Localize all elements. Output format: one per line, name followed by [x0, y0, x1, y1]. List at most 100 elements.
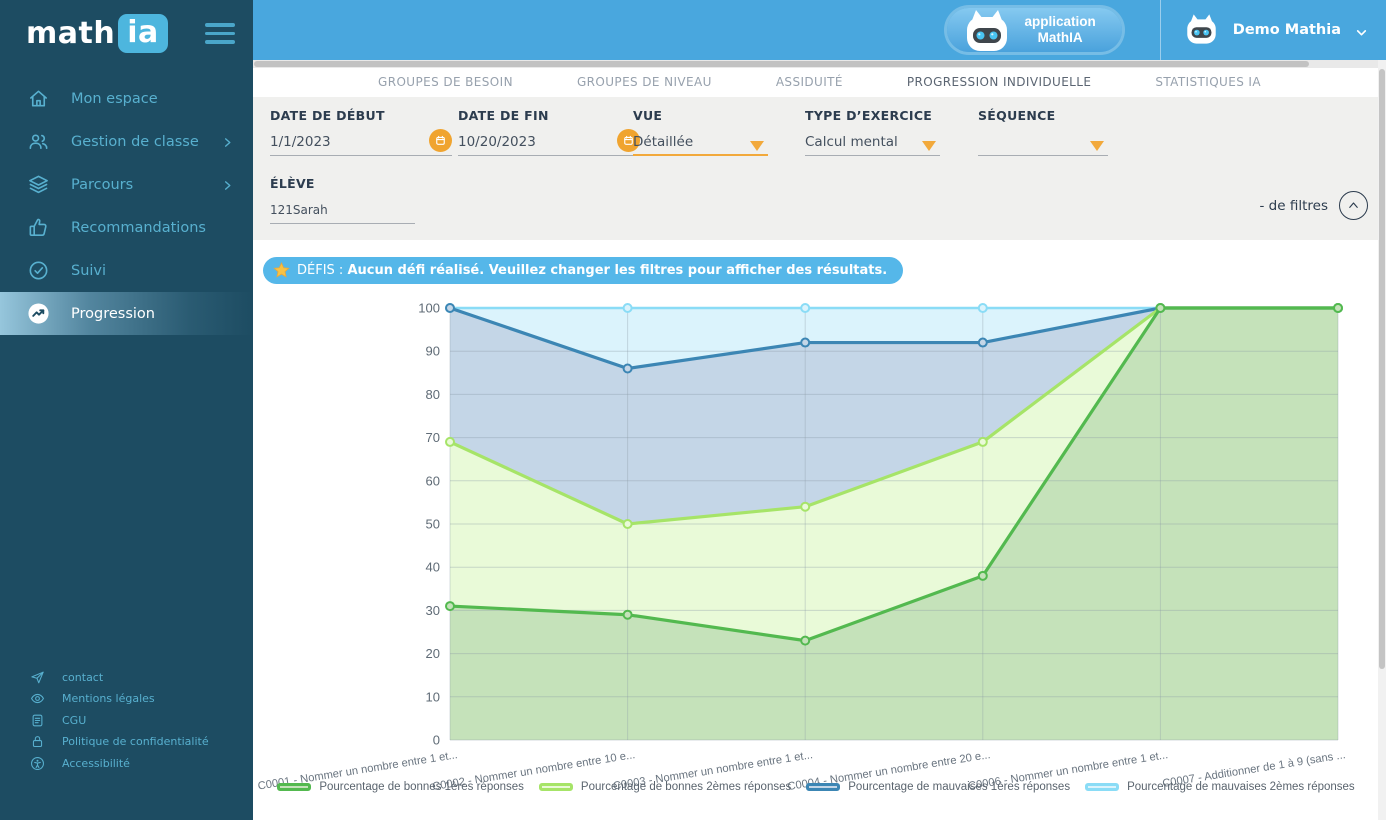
- chart-section: DÉFIS : Aucun défi réalisé. Veuillez cha…: [253, 240, 1386, 820]
- less-filters-toggle[interactable]: - de filtres: [1260, 191, 1368, 220]
- footer-link-mentions-legales[interactable]: Mentions légales: [0, 688, 253, 710]
- sidebar-item-label: Gestion de classe: [71, 134, 199, 150]
- paper-plane-icon: [30, 670, 45, 685]
- sidebar-item-recommandations[interactable]: Recommandations: [0, 206, 253, 249]
- date-fin-input[interactable]: 10/20/2023: [458, 129, 640, 156]
- chart-legend: Pourcentage de bonnes 1ères réponses Pou…: [253, 781, 1379, 793]
- tab-statistiques-ia[interactable]: STATISTIQUES IA: [1155, 75, 1261, 97]
- tab-progression-individuelle[interactable]: PROGRESSION INDIVIDUELLE: [907, 75, 1091, 97]
- filter-label: TYPE D’EXERCICE: [805, 108, 940, 123]
- filter-label: DATE DE FIN: [458, 108, 640, 123]
- svg-text:100: 100: [418, 301, 440, 316]
- tab-groupes-de-niveau[interactable]: GROUPES DE NIVEAU: [577, 75, 712, 97]
- header-divider: [1160, 0, 1161, 60]
- legend-swatch: [277, 783, 311, 791]
- sidebar-item-mon-espace[interactable]: Mon espace: [0, 77, 253, 120]
- top-bar: applicationMathIA Demo Mathia: [253, 0, 1386, 60]
- chevron-up-icon[interactable]: [1339, 191, 1368, 220]
- sidebar-item-label: Recommandations: [71, 220, 206, 236]
- svg-text:30: 30: [426, 603, 440, 618]
- legend-bonnes-1eres[interactable]: Pourcentage de bonnes 1ères réponses: [277, 781, 524, 793]
- star-icon: [272, 261, 291, 280]
- type-exercice-select[interactable]: Calcul mental: [805, 129, 940, 156]
- date-debut-input[interactable]: 1/1/2023: [270, 129, 452, 156]
- application-button-label: applicationMathIA: [1025, 14, 1096, 46]
- lock-icon: [30, 734, 45, 749]
- sidebar-item-gestion-de-classe[interactable]: Gestion de classe: [0, 120, 253, 163]
- eye-icon: [30, 691, 45, 706]
- chevron-down-icon: [1355, 24, 1368, 37]
- svg-text:40: 40: [426, 560, 440, 575]
- logo-ia-badge: ia: [118, 14, 168, 53]
- less-filters-label: - de filtres: [1260, 198, 1328, 214]
- vertical-scrollbar-thumb[interactable]: [1379, 69, 1385, 669]
- defis-banner: DÉFIS : Aucun défi réalisé. Veuillez cha…: [263, 257, 903, 284]
- vue-select[interactable]: Détaillée: [633, 129, 768, 156]
- footer-link-contact[interactable]: contact: [0, 667, 253, 689]
- document-icon: [30, 713, 45, 728]
- footer-link-label: CGU: [62, 714, 86, 727]
- footer-link-politique-confidentialite[interactable]: Politique de confidentialité: [0, 731, 253, 753]
- trending-up-icon: [27, 302, 50, 325]
- footer-link-label: contact: [62, 671, 103, 684]
- user-menu[interactable]: Demo Mathia: [1183, 13, 1368, 47]
- svg-text:10: 10: [426, 689, 440, 704]
- filter-label: SÉQUENCE: [978, 108, 1108, 123]
- sidebar-item-label: Parcours: [71, 177, 133, 193]
- chevron-right-icon: [222, 179, 233, 190]
- chevron-right-icon: [222, 136, 233, 147]
- sidebar-item-parcours[interactable]: Parcours: [0, 163, 253, 206]
- vertical-scrollbar[interactable]: [1378, 60, 1386, 820]
- thumbs-up-icon: [27, 216, 50, 239]
- tab-bar: GROUPES DE BESOIN GROUPES DE NIVEAU ASSI…: [253, 68, 1386, 97]
- legend-bonnes-2emes[interactable]: Pourcentage de bonnes 2èmes réponses: [539, 781, 791, 793]
- dropdown-arrow-icon: [1090, 137, 1104, 148]
- filter-eleve: ÉLÈVE 121Sarah: [270, 176, 415, 224]
- eleve-input[interactable]: 121Sarah: [270, 197, 415, 224]
- svg-text:90: 90: [426, 344, 440, 359]
- footer-link-label: Accessibilité: [62, 757, 130, 770]
- svg-text:50: 50: [426, 517, 440, 532]
- svg-text:80: 80: [426, 387, 440, 402]
- sidebar-item-progression[interactable]: Progression: [0, 292, 253, 335]
- tab-groupes-de-besoin[interactable]: GROUPES DE BESOIN: [378, 75, 513, 97]
- legend-swatch: [1085, 783, 1119, 791]
- svg-text:60: 60: [426, 473, 440, 488]
- check-circle-icon: [27, 259, 50, 282]
- legend-mauvaises-2emes[interactable]: Pourcentage de mauvaises 2èmes réponses: [1085, 781, 1355, 793]
- filter-vue: VUE Détaillée: [633, 108, 768, 156]
- sidebar-item-label: Mon espace: [71, 91, 158, 107]
- filter-label: DATE DE DÉBUT: [270, 108, 452, 123]
- legend-swatch: [539, 783, 573, 791]
- sidebar-item-suivi[interactable]: Suivi: [0, 249, 253, 292]
- hamburger-menu-icon[interactable]: [205, 18, 235, 49]
- sidebar-item-label: Progression: [71, 306, 155, 322]
- tab-assiduite[interactable]: ASSIDUITÉ: [776, 75, 843, 97]
- filter-sequence: SÉQUENCE: [978, 108, 1108, 156]
- svg-text:20: 20: [426, 646, 440, 661]
- main-area: applicationMathIA Demo Mathia GROUPES DE…: [253, 0, 1386, 820]
- sidebar-nav: Mon espace Gestion de classe Parcours Re…: [0, 77, 253, 335]
- filters-panel: DATE DE DÉBUT 1/1/2023 DATE DE FIN 10/20…: [253, 97, 1386, 240]
- user-avatar: [1183, 13, 1220, 47]
- legend-mauvaises-1eres[interactable]: Pourcentage de mauvaises 1ères réponses: [806, 781, 1070, 793]
- sidebar: mathia Mon espace Gestion de classe Parc…: [0, 0, 253, 820]
- horizontal-scrollbar-thumb[interactable]: [254, 61, 1309, 67]
- filter-date-debut: DATE DE DÉBUT 1/1/2023: [270, 108, 452, 156]
- sidebar-item-label: Suivi: [71, 263, 106, 279]
- progression-chart[interactable]: 0102030405060708090100C0001 - Nommer un …: [253, 295, 1379, 795]
- dropdown-arrow-icon: [750, 137, 764, 148]
- calendar-icon[interactable]: [429, 129, 452, 152]
- app-window: mathia Mon espace Gestion de classe Parc…: [0, 0, 1386, 820]
- footer-link-accessibilite[interactable]: Accessibilité: [0, 753, 253, 775]
- accessibility-icon: [30, 756, 45, 771]
- layers-icon: [27, 173, 50, 196]
- people-icon: [27, 130, 50, 153]
- footer-link-cgu[interactable]: CGU: [0, 710, 253, 732]
- svg-text:0: 0: [433, 733, 440, 748]
- filter-date-fin: DATE DE FIN 10/20/2023: [458, 108, 640, 156]
- horizontal-scrollbar[interactable]: [253, 60, 1386, 68]
- application-mathia-button[interactable]: applicationMathIA: [947, 8, 1122, 52]
- footer-link-label: Mentions légales: [62, 692, 155, 705]
- sequence-select[interactable]: [978, 129, 1108, 156]
